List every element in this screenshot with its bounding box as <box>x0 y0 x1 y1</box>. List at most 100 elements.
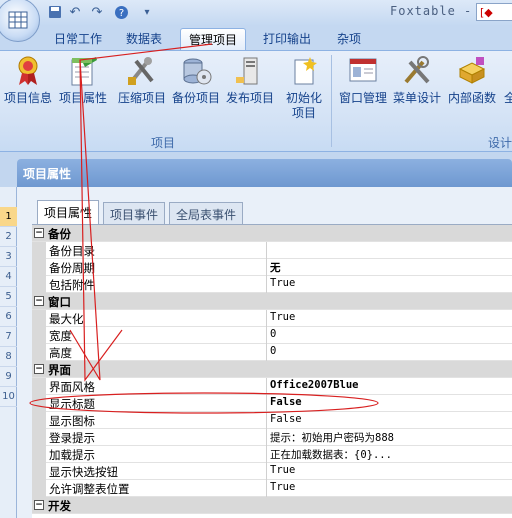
category-label: 窗口 <box>48 295 71 309</box>
property-key: 登录提示 <box>49 431 95 445</box>
row-header[interactable]: 7 <box>0 327 17 347</box>
property-value[interactable]: False <box>266 412 512 429</box>
property-category[interactable]: − 界面 <box>32 361 512 378</box>
title-search-box[interactable]: [◆ <box>476 3 512 21</box>
title-bar: ↶ ↷ ? ▾ Foxtable - [◆ <box>0 0 512 42</box>
row-header[interactable]: 4 <box>0 267 17 287</box>
property-value[interactable] <box>266 242 512 259</box>
global-button[interactable]: 全 <box>504 55 512 125</box>
property-value[interactable]: 无 <box>266 259 512 276</box>
property-row[interactable]: 允许调整表位置 True <box>32 480 512 497</box>
tab-manage-project[interactable]: 管理项目 <box>180 28 247 50</box>
property-row[interactable]: 显示快选按钮 True <box>32 463 512 480</box>
property-row[interactable]: 包括附件 True <box>32 276 512 293</box>
row-header[interactable]: 8 <box>0 347 17 367</box>
compress-project-button[interactable]: 压缩项目 <box>117 55 167 125</box>
row-header[interactable]: 1 <box>0 207 17 227</box>
ribbon-label: 项目信息 <box>3 91 52 105</box>
property-value[interactable]: 0 <box>266 344 512 361</box>
property-row[interactable]: 显示标题 False <box>32 395 512 412</box>
property-row[interactable]: 登录提示 提示：初始用户密码为888 <box>32 429 512 446</box>
tab-global-table-events[interactable]: 全局表事件 <box>169 202 244 224</box>
save-icon[interactable] <box>46 4 64 20</box>
row-gutter <box>32 344 46 361</box>
tab-project-events[interactable]: 项目事件 <box>103 202 166 224</box>
svg-text:?: ? <box>118 8 123 19</box>
property-value[interactable]: True <box>266 480 512 497</box>
row-gutter <box>32 327 46 344</box>
row-header[interactable]: 2 <box>0 227 17 247</box>
property-category[interactable]: − 窗口 <box>32 293 512 310</box>
function-icon <box>456 55 488 87</box>
row-gutter <box>32 242 46 259</box>
ribbon-label: 内部函数 <box>447 91 496 105</box>
property-key: 宽度 <box>49 329 72 343</box>
project-info-button[interactable]: 项目信息 <box>3 55 53 125</box>
row-header[interactable]: 10 <box>0 387 17 407</box>
row-gutter <box>32 480 46 497</box>
property-row[interactable]: 宽度 0 <box>32 327 512 344</box>
ribbon-label: 压缩项目 <box>117 91 166 105</box>
publish-project-button[interactable]: 发布项目 <box>224 55 276 125</box>
help-icon[interactable]: ? <box>112 4 130 20</box>
panel-title: 项目属性 <box>17 159 512 187</box>
property-value[interactable]: True <box>266 276 512 293</box>
tab-daily-work[interactable]: 日常工作 <box>46 28 110 50</box>
property-category[interactable]: − 开发 <box>32 497 512 514</box>
ribbon-label: 项目属性 <box>58 91 107 105</box>
property-key: 包括附件 <box>49 278 95 292</box>
dropdown-icon[interactable]: ▾ <box>138 4 156 20</box>
property-key: 备份周期 <box>49 261 95 275</box>
group-label-project: 项目 <box>151 136 176 150</box>
property-value[interactable]: 提示：初始用户密码为888 <box>266 429 512 446</box>
collapse-toggle-icon[interactable]: − <box>34 228 44 238</box>
ribbon-label-line2: 项目 <box>291 106 316 120</box>
project-properties-button[interactable]: 项目属性 <box>57 55 109 125</box>
initialize-project-button[interactable]: 初始化 项目 <box>282 55 326 125</box>
category-label: 开发 <box>48 499 71 513</box>
row-header[interactable]: 5 <box>0 287 17 307</box>
collapse-toggle-icon[interactable]: − <box>34 364 44 374</box>
row-gutter <box>32 259 46 276</box>
row-header[interactable]: 9 <box>0 367 17 387</box>
property-key: 备份目录 <box>49 244 95 258</box>
row-gutter <box>32 310 46 327</box>
menu-design-button[interactable]: 菜单设计 <box>391 55 443 125</box>
property-row[interactable]: 界面风格 Office2007Blue <box>32 378 512 395</box>
row-gutter <box>32 395 46 412</box>
property-row[interactable]: 显示图标 False <box>32 412 512 429</box>
property-row[interactable]: 加载提示 正在加载数据表：{0}... <box>32 446 512 463</box>
row-header[interactable]: 6 <box>0 307 17 327</box>
window-manage-button[interactable]: 窗口管理 <box>337 55 389 125</box>
redo-icon[interactable]: ↷ <box>88 4 106 20</box>
property-key: 显示快选按钮 <box>49 465 118 479</box>
tab-misc[interactable]: 杂项 <box>329 28 369 50</box>
property-key: 最大化 <box>49 312 84 326</box>
collapse-toggle-icon[interactable]: − <box>34 296 44 306</box>
row-gutter <box>32 429 46 446</box>
property-value[interactable]: Office2007Blue <box>266 378 512 395</box>
app-grid-icon <box>8 11 28 29</box>
ribbon-label: 备份项目 <box>171 91 220 105</box>
property-value[interactable]: True <box>266 310 512 327</box>
property-row[interactable]: 最大化 True <box>32 310 512 327</box>
internal-functions-button[interactable]: 内部函数 <box>446 55 498 125</box>
property-value[interactable]: False <box>266 395 512 412</box>
property-row[interactable]: 备份周期 无 <box>32 259 512 276</box>
row-gutter <box>32 412 46 429</box>
property-value[interactable]: True <box>266 463 512 480</box>
backup-project-button[interactable]: 备份项目 <box>171 55 221 125</box>
property-value[interactable]: 0 <box>266 327 512 344</box>
undo-icon[interactable]: ↶ <box>66 4 84 20</box>
ribbon-label: 窗口管理 <box>338 91 387 105</box>
compress-tools-icon <box>126 55 158 87</box>
row-header[interactable]: 3 <box>0 247 17 267</box>
property-value[interactable]: 正在加载数据表：{0}... <box>266 446 512 463</box>
property-row[interactable]: 高度 0 <box>32 344 512 361</box>
property-category[interactable]: − 备份 <box>32 225 512 242</box>
property-row[interactable]: 备份目录 <box>32 242 512 259</box>
tab-print-output[interactable]: 打印输出 <box>255 28 319 50</box>
tab-project-properties[interactable]: 项目属性 <box>37 200 100 224</box>
tab-data-table[interactable]: 数据表 <box>118 28 170 50</box>
collapse-toggle-icon[interactable]: − <box>34 500 44 510</box>
